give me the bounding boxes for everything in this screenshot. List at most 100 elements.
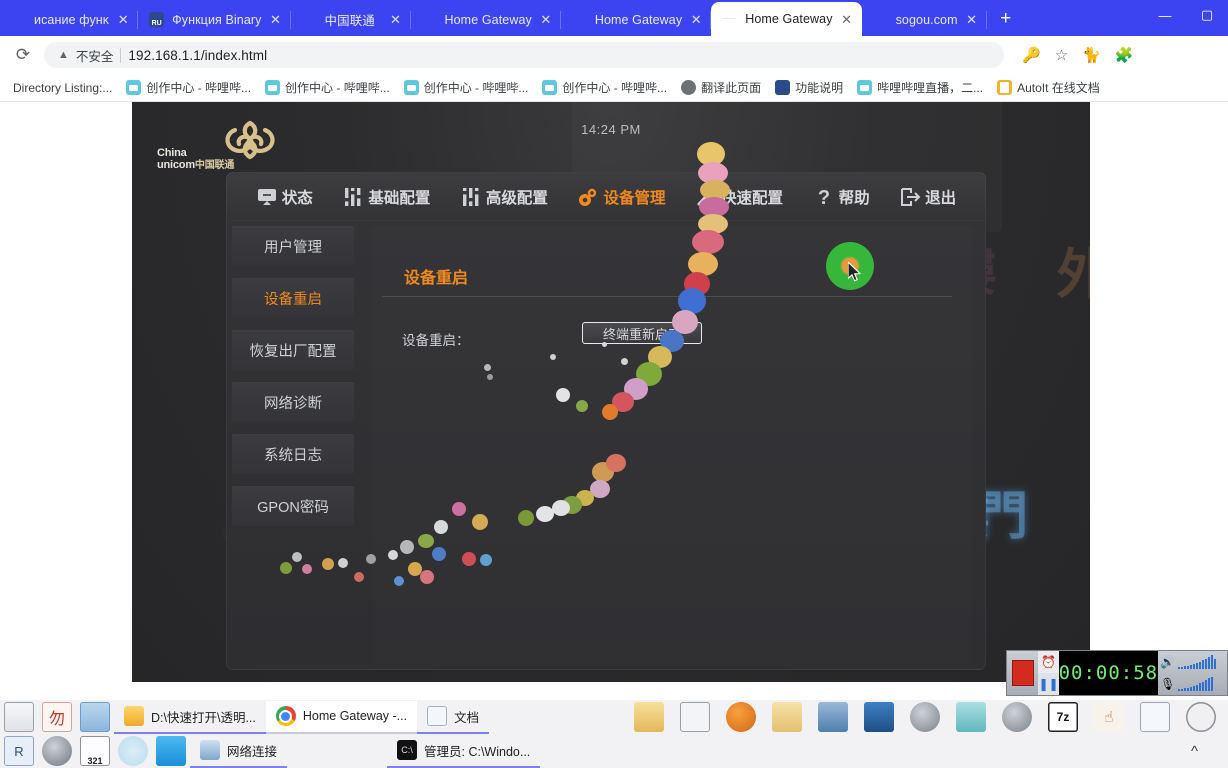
- recorder-stop-button[interactable]: [1007, 651, 1038, 695]
- window-controls: — ▢: [1144, 0, 1228, 36]
- ru-icon[interactable]: R: [4, 736, 34, 766]
- bookmark-item[interactable]: 创作中心 - 哔哩哔...: [535, 77, 674, 98]
- 7zip-icon[interactable]: 7z: [1048, 702, 1078, 732]
- bird-icon[interactable]: [156, 736, 186, 766]
- tab-close-button[interactable]: ✕: [389, 13, 403, 26]
- new-tab-button[interactable]: +: [991, 4, 1021, 34]
- orange-key-icon[interactable]: [726, 702, 756, 732]
- tab-close-button[interactable]: ✕: [689, 13, 703, 26]
- magnifier-folder-icon[interactable]: [634, 702, 664, 732]
- key-icon[interactable]: 🔑: [1022, 46, 1041, 64]
- bookmark-item[interactable]: 创作中心 - 哔哩哔...: [119, 77, 258, 98]
- monitor-icon: [256, 187, 278, 207]
- bookmark-item[interactable]: 翻译此页面: [674, 77, 768, 98]
- nav-label: 状态: [281, 189, 313, 207]
- sidebar-item-gpon-password[interactable]: GPON密码: [232, 486, 354, 526]
- nav-item-advanced-config[interactable]: 高级配置: [460, 186, 548, 208]
- nav-item-help[interactable]: ? 帮助: [813, 186, 869, 208]
- browser-tab-5-active[interactable]: Home Gateway ✕: [711, 2, 862, 36]
- hand-cursor-icon[interactable]: ☝: [1094, 702, 1124, 732]
- bookmark-label: AutoIt 在线文档: [1017, 81, 1100, 95]
- browser-tab-3[interactable]: Home Gateway ✕: [411, 3, 561, 36]
- film-icon[interactable]: [818, 702, 848, 732]
- bookmark-item[interactable]: 创作中心 - 哔哩哔...: [258, 77, 397, 98]
- browser-tab-4[interactable]: Home Gateway ✕: [561, 3, 712, 36]
- bookmark-item[interactable]: 哔哩哔哩直播，二...: [850, 77, 990, 98]
- tab-close-button[interactable]: ✕: [539, 13, 553, 26]
- aida-icon[interactable]: [910, 702, 940, 732]
- browser-tab-6[interactable]: sogou.com ✕: [862, 3, 987, 36]
- taskbar-item-explorer[interactable]: D:\快速打开\透明...: [114, 701, 266, 734]
- taskbar-item-chrome[interactable]: Home Gateway -...: [265, 700, 418, 734]
- sidebar-item-device-reboot[interactable]: 设备重启: [232, 278, 354, 318]
- seal-red-icon[interactable]: 勿: [42, 702, 72, 732]
- bookmark-item[interactable]: 功能说明: [768, 77, 850, 98]
- sidebar-item-system-log[interactable]: 系统日志: [232, 434, 354, 474]
- tab-close-button[interactable]: ✕: [269, 13, 283, 26]
- bookmark-label: 创作中心 - 哔哩哔...: [423, 81, 529, 95]
- sidebar-item-network-diagnostics[interactable]: 网络诊断: [232, 382, 354, 422]
- notepad-icon[interactable]: [956, 702, 986, 732]
- nav-item-basic-config[interactable]: 基础配置: [342, 186, 430, 208]
- blue-person-icon[interactable]: [864, 702, 894, 732]
- nav-item-status[interactable]: 状态: [256, 186, 313, 208]
- sidebar-item-user-management[interactable]: 用户管理: [232, 226, 354, 266]
- recorder-pause-button[interactable]: ❚❚: [1038, 673, 1059, 695]
- minimize-button[interactable]: —: [1144, 0, 1186, 30]
- header-clock: 14:24 PM: [581, 122, 641, 137]
- speaker-icon: 🔊: [1160, 655, 1176, 669]
- taskbar-item-console[interactable]: C:\ 管理员: C:\Windo...: [387, 735, 541, 768]
- nav-item-logout[interactable]: 退出: [899, 186, 956, 208]
- browser-tab-0[interactable]: исание фунĸ ✕: [0, 3, 139, 36]
- globe-icon: [422, 12, 438, 28]
- recorder-timer: 00:00:58: [1058, 651, 1159, 695]
- address-bar[interactable]: ▲ 不安全 192.168.1.1/index.html: [44, 42, 1004, 68]
- tab-close-button[interactable]: ✕: [116, 13, 130, 26]
- bookmark-item[interactable]: Directory Listing:...: [6, 79, 119, 97]
- blue-folder-icon[interactable]: [80, 702, 110, 732]
- taskbar-item-label: 网络连接: [227, 744, 278, 759]
- nav-item-quick-config[interactable]: 快速配置: [695, 186, 783, 208]
- tab-close-button[interactable]: ✕: [840, 13, 854, 26]
- console-icon: C:\: [397, 740, 418, 760]
- taskbar-item-network-connections[interactable]: 网络连接: [190, 735, 288, 768]
- sidebar-item-factory-reset[interactable]: 恢复出厂配置: [232, 330, 354, 370]
- bookmarks-bar: Directory Listing:... 创作中心 - 哔哩哔... 创作中心…: [0, 74, 1228, 102]
- taskbar-item-label: Home Gateway -...: [302, 709, 408, 723]
- url-text: 192.168.1.1/index.html: [128, 47, 268, 63]
- hourglass-window-icon[interactable]: [680, 702, 710, 732]
- aida-icon[interactable]: [42, 736, 72, 766]
- tab-close-button[interactable]: ✕: [965, 13, 979, 26]
- aida-icon[interactable]: [1002, 702, 1032, 732]
- microphone-volume-row[interactable]: 🎙: [1158, 673, 1227, 695]
- bookmark-item[interactable]: 创作中心 - 哔哩哔...: [397, 77, 536, 98]
- bookmark-item[interactable]: AutoIt 在线文档: [990, 77, 1107, 98]
- browser-tab-2[interactable]: 中国联通 ✕: [291, 3, 411, 36]
- calendar-321-icon[interactable]: 321: [80, 736, 110, 766]
- show-hidden-icons-button[interactable]: ^: [1169, 743, 1220, 760]
- window-icon[interactable]: [4, 702, 34, 732]
- record-icon[interactable]: [1186, 702, 1216, 732]
- logo-line2: unicom: [157, 158, 195, 171]
- reboot-button[interactable]: 终端重新启动: [582, 322, 702, 344]
- main-content: 设备重启 设备重启： 终端重新启动: [372, 226, 972, 666]
- browser-tab-1[interactable]: RU Функция Binary ✕: [138, 3, 291, 36]
- taskbar-item-label: D:\快速打开\透明...: [151, 710, 256, 725]
- cat-extension-icon[interactable]: 🐈: [1082, 46, 1101, 64]
- layout-icon[interactable]: [1140, 702, 1170, 732]
- atom-icon[interactable]: [118, 736, 148, 766]
- puzzle-extension-icon[interactable]: 🧩: [1115, 46, 1134, 64]
- recorder-volume-panel: 🔊 🎙: [1158, 651, 1227, 695]
- maximize-button[interactable]: ▢: [1186, 0, 1228, 30]
- nav-item-device-management[interactable]: 设备管理: [577, 186, 665, 208]
- taskbar-item-document[interactable]: 文档: [417, 701, 490, 734]
- globe-icon: [722, 11, 738, 27]
- tab-title: исание фунĸ: [34, 12, 110, 27]
- alarm-icon[interactable]: ⏰: [1038, 651, 1059, 673]
- folder-icon[interactable]: [772, 702, 802, 732]
- taskbar-item-label: 管理员: C:\Windo...: [424, 744, 531, 759]
- bilibili-icon: [857, 80, 873, 95]
- speaker-volume-row[interactable]: 🔊: [1158, 651, 1227, 673]
- reload-icon[interactable]: ⟳: [12, 45, 34, 65]
- star-icon[interactable]: ☆: [1055, 46, 1068, 64]
